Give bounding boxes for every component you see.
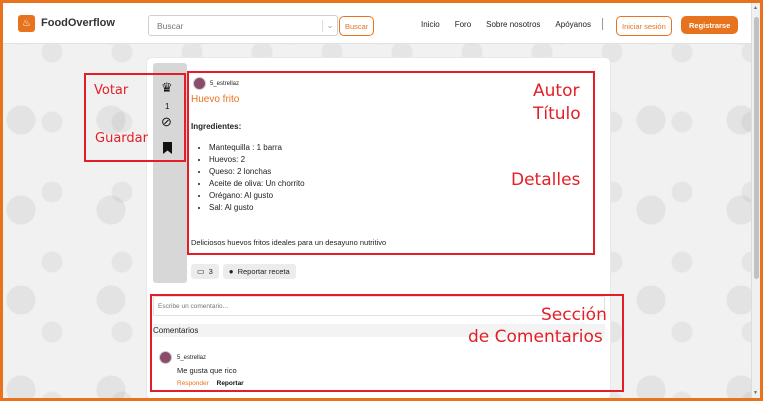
post-actions: ▭ 3 ● Reportar receta — [191, 264, 300, 279]
report-recipe-label: Reportar receta — [237, 267, 290, 276]
annotation-autor: Autor — [533, 81, 580, 101]
annotation-de-comentarios: de Comentarios — [468, 327, 603, 347]
nav-item-inicio[interactable]: Inicio — [421, 20, 440, 29]
scroll-up-icon[interactable]: ▲ — [753, 5, 758, 11]
report-recipe-button[interactable]: ● Reportar receta — [222, 264, 296, 279]
comment-bubble-icon: ▭ — [197, 267, 205, 276]
annotation-detalles: Detalles — [511, 170, 581, 190]
app-window: ♨ FoodOverflow ⌄ Buscar Inicio Foro Sobr… — [0, 0, 763, 401]
annotation-votar: Votar — [94, 83, 129, 98]
main-nav: Inicio Foro Sobre nosotros Apóyanos — [421, 20, 606, 29]
annotation-seccion: Sección — [541, 305, 607, 325]
search-input[interactable] — [149, 19, 322, 32]
alert-icon: ● — [228, 267, 234, 276]
login-button[interactable]: Iniciar sesión — [616, 16, 672, 36]
nav-item-apoyanos[interactable]: Apóyanos — [555, 20, 591, 29]
comments-count-button[interactable]: ▭ 3 — [191, 264, 219, 279]
register-button[interactable]: Registrarse — [681, 16, 739, 34]
search-button[interactable]: Buscar — [339, 16, 375, 36]
search-box: ⌄ — [148, 15, 338, 36]
annotation-titulo: Título — [533, 104, 581, 124]
scroll-thumb[interactable] — [754, 17, 759, 279]
chef-logo-icon: ♨ — [18, 14, 35, 32]
page-scrollbar[interactable]: ▲ ▼ — [751, 3, 760, 398]
scroll-down-icon[interactable]: ▼ — [753, 390, 758, 396]
nav-item-sobre-nosotros[interactable]: Sobre nosotros — [486, 20, 540, 29]
chevron-down-icon[interactable]: ⌄ — [322, 19, 337, 32]
nav-divider — [602, 18, 603, 30]
comment-count: 3 — [208, 267, 213, 276]
brand-name: FoodOverflow — [41, 17, 115, 29]
annotation-guardar: Guardar — [95, 131, 148, 146]
brand[interactable]: ♨ FoodOverflow — [18, 14, 115, 32]
nav-item-foro[interactable]: Foro — [455, 20, 471, 29]
top-navbar: ♨ FoodOverflow ⌄ Buscar Inicio Foro Sobr… — [3, 3, 751, 44]
